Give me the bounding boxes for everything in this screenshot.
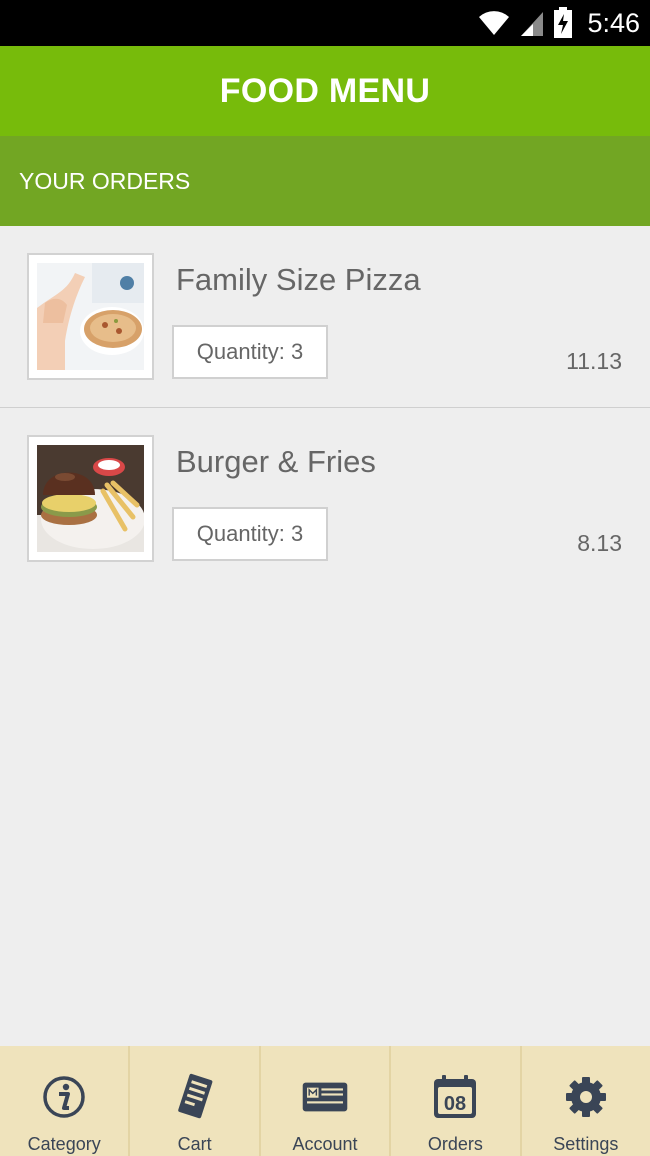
- wifi-icon: [479, 11, 510, 35]
- nav-label: Account: [292, 1134, 358, 1154]
- order-item[interactable]: Burger & Fries Quantity: 3 8.13: [0, 408, 650, 590]
- signal-icon: [521, 12, 544, 36]
- order-item[interactable]: Family Size Pizza Quantity: 3 11.13: [0, 226, 650, 408]
- bottom-nav: Category Cart Account 08 Orders Settings: [0, 1046, 650, 1156]
- gear-icon: [563, 1074, 609, 1120]
- calendar-number: 08: [444, 1093, 466, 1115]
- app-bar: FOOD MENU: [0, 46, 650, 136]
- nav-item-cart[interactable]: Cart: [128, 1046, 258, 1156]
- nav-item-settings[interactable]: Settings: [519, 1046, 650, 1156]
- nav-item-account[interactable]: Account: [258, 1046, 389, 1156]
- quantity-box[interactable]: Quantity: 3: [172, 507, 328, 561]
- nav-label: Category: [27, 1134, 101, 1154]
- status-time: 5:46: [587, 7, 640, 38]
- section-header: YOUR ORDERS: [0, 136, 650, 226]
- pizza-photo: [37, 263, 144, 370]
- status-bar: 5:46: [0, 0, 650, 46]
- receipt-icon: [172, 1073, 218, 1120]
- battery-charging-icon: [554, 7, 573, 38]
- nav-item-orders[interactable]: 08 Orders: [389, 1046, 519, 1156]
- burger-photo: [37, 445, 144, 552]
- screen: 5:46 FOOD MENU YOUR ORDERS Family Size P…: [0, 0, 650, 1156]
- status-icons: 5:46: [477, 0, 640, 46]
- item-name: Family Size Pizza: [176, 262, 421, 297]
- nav-label: Settings: [553, 1134, 619, 1154]
- nav-item-category[interactable]: Category: [0, 1046, 128, 1156]
- id-card-icon: [302, 1074, 348, 1120]
- item-thumbnail: [27, 435, 154, 562]
- item-price: 11.13: [566, 348, 622, 374]
- calendar-icon: 08: [432, 1074, 478, 1120]
- order-list: Family Size Pizza Quantity: 3 11.13 Burg…: [0, 226, 650, 590]
- nav-label: Orders: [427, 1134, 483, 1154]
- info-icon: [41, 1074, 87, 1120]
- item-price: 8.13: [577, 530, 622, 556]
- quantity-box[interactable]: Quantity: 3: [172, 325, 328, 379]
- section-title: YOUR ORDERS: [19, 167, 191, 194]
- item-name: Burger & Fries: [176, 444, 376, 479]
- item-thumbnail: [27, 253, 154, 380]
- nav-label: Cart: [177, 1134, 212, 1154]
- app-title: FOOD MENU: [219, 71, 431, 110]
